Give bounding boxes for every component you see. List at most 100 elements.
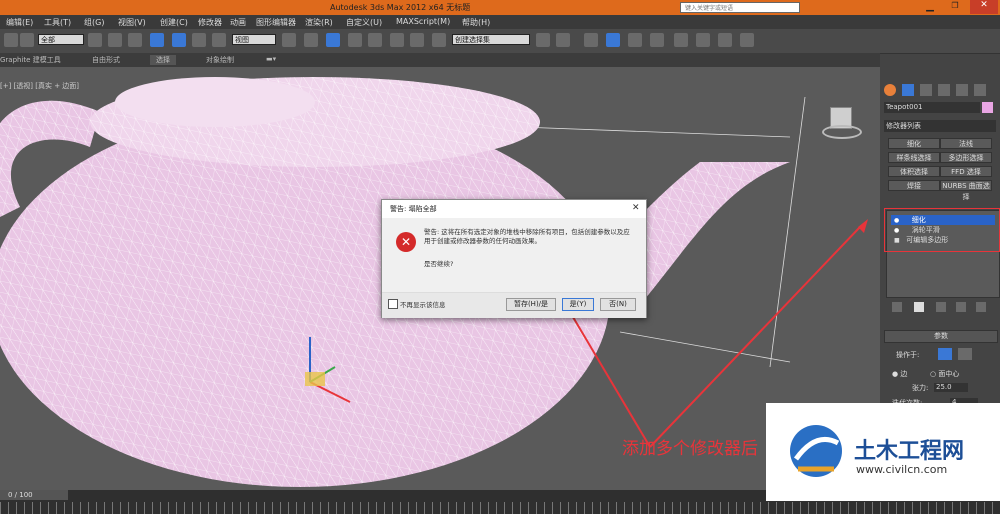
remove-modifier-icon[interactable] xyxy=(956,302,966,312)
ribbon-options-icon[interactable]: ▬▾ xyxy=(266,55,276,63)
modifier-button-nurbs-select[interactable]: NURBS 曲面选择 xyxy=(940,180,992,201)
select-by-name-icon[interactable] xyxy=(108,33,122,47)
percent-snap-icon[interactable] xyxy=(390,33,404,47)
error-icon: ✕ xyxy=(396,232,416,252)
minimize-button[interactable]: ▁ xyxy=(920,1,940,13)
operate-on-polygons-button[interactable] xyxy=(958,348,972,360)
modifier-button-spline-select[interactable]: 样条线选择 xyxy=(888,152,940,163)
menu-modifiers[interactable]: 修改器 xyxy=(198,17,222,28)
select-manipulate-icon[interactable] xyxy=(304,33,318,47)
search-box[interactable]: 键入关键字或短语 xyxy=(680,2,800,13)
hold-yes-button[interactable]: 暂存(H)/是 xyxy=(506,298,556,311)
object-color-swatch[interactable] xyxy=(982,102,993,113)
time-slider[interactable]: 0 / 100 xyxy=(0,490,68,500)
collapse-all-warning-dialog: 警告: 塌陷全部 ✕ ✕ 警告: 这将在所有选定对象的堆栈中移除所有项目，包括创… xyxy=(381,199,647,318)
mirror-icon[interactable] xyxy=(536,33,550,47)
modifier-button-normal[interactable]: 法线 xyxy=(940,138,992,149)
dialog-question: 是否继续? xyxy=(424,260,454,268)
stack-highlight-box xyxy=(884,208,1000,252)
angle-snap-icon[interactable] xyxy=(368,33,382,47)
menu-customize[interactable]: 自定义(U) xyxy=(346,17,382,28)
curve-editor-icon[interactable] xyxy=(628,33,642,47)
modifier-list-dropdown[interactable]: 修改器列表 xyxy=(884,120,996,132)
modifier-button-tessellate[interactable]: 细化 xyxy=(888,138,940,149)
undo-icon[interactable] xyxy=(4,33,18,47)
object-name-field[interactable]: Teapot001 xyxy=(884,102,980,113)
scale-icon[interactable] xyxy=(212,33,226,47)
menu-maxscript[interactable]: MAXScript(M) xyxy=(396,17,450,26)
window-crossing-icon[interactable] xyxy=(150,33,164,47)
modifier-button-vol-select[interactable]: 体积选择 xyxy=(888,166,940,177)
render-setup-icon[interactable] xyxy=(696,33,710,47)
configure-sets-icon[interactable] xyxy=(976,302,986,312)
selection-filter-dropdown[interactable]: 全部 xyxy=(38,34,84,45)
create-tab-icon[interactable] xyxy=(884,84,896,96)
render-teapot-icon[interactable] xyxy=(740,33,754,47)
watermark: 土木工程网 www.civilcn.com xyxy=(766,403,1000,501)
menu-edit[interactable]: 编辑(E) xyxy=(6,17,33,28)
modify-tab-icon[interactable] xyxy=(902,84,914,96)
menu-graph-editors[interactable]: 图形编辑器 xyxy=(256,17,296,28)
reference-coord-dropdown[interactable]: 视图 xyxy=(232,34,276,45)
dialog-message: 警告: 这将在所有选定对象的堆栈中移除所有项目，包括创建参数以及应用于创建或修改… xyxy=(424,228,630,245)
rendered-frame-icon[interactable] xyxy=(718,33,732,47)
tension-spinner[interactable]: 25.0 xyxy=(934,383,968,392)
dont-show-checkbox[interactable] xyxy=(388,299,398,309)
edit-named-sets-icon[interactable] xyxy=(432,33,446,47)
civilcn-logo-icon xyxy=(790,425,842,477)
dialog-close-icon[interactable]: ✕ xyxy=(632,203,640,213)
show-end-result-icon[interactable] xyxy=(914,302,924,312)
tension-label: 张力: xyxy=(912,384,929,392)
ribbon-tab-selection[interactable]: 选择 xyxy=(150,55,176,65)
select-object-icon[interactable] xyxy=(88,33,102,47)
modifier-button-poly-select[interactable]: 多边形选择 xyxy=(940,152,992,163)
rect-selection-icon[interactable] xyxy=(128,33,142,47)
spinner-snap-icon[interactable] xyxy=(410,33,424,47)
motion-tab-icon[interactable] xyxy=(938,84,950,96)
menu-bar: 编辑(E) 工具(T) 组(G) 视图(V) 创建(C) 修改器 动画 图形编辑… xyxy=(0,15,1000,29)
yes-button[interactable]: 是(Y) xyxy=(562,298,594,311)
radio-face-center[interactable]: ○ 面中心 xyxy=(930,369,959,379)
snaps-icon[interactable] xyxy=(348,33,362,47)
ribbon-tab-freeform[interactable]: 自由形式 xyxy=(92,55,120,65)
pin-stack-icon[interactable] xyxy=(892,302,902,312)
menu-help[interactable]: 帮助(H) xyxy=(462,17,490,28)
keyboard-shortcut-icon[interactable] xyxy=(326,33,340,47)
annotation-text: 添加多个修改器后 xyxy=(622,439,758,459)
schematic-view-icon[interactable] xyxy=(650,33,664,47)
operate-on-faces-button[interactable] xyxy=(938,348,952,360)
ribbon-tab-object-paint[interactable]: 对象绘制 xyxy=(206,55,234,65)
pivot-icon[interactable] xyxy=(282,33,296,47)
track-bar[interactable] xyxy=(0,502,1000,514)
layer-manager-icon[interactable] xyxy=(584,33,598,47)
menu-rendering[interactable]: 渲染(R) xyxy=(305,17,333,28)
maximize-button[interactable]: ❐ xyxy=(945,1,965,13)
align-icon[interactable] xyxy=(556,33,570,47)
link-icon[interactable] xyxy=(20,33,34,47)
menu-tools[interactable]: 工具(T) xyxy=(44,17,71,28)
watermark-url: www.civilcn.com xyxy=(856,463,948,476)
menu-views[interactable]: 视图(V) xyxy=(118,17,146,28)
graphite-toggle-icon[interactable] xyxy=(606,33,620,47)
move-icon[interactable] xyxy=(172,33,186,47)
title-bar: Autodesk 3ds Max 2012 x64 无标题 键入关键字或短语 ▁… xyxy=(0,0,1000,15)
close-button[interactable]: ✕ xyxy=(970,0,998,14)
menu-create[interactable]: 创建(C) xyxy=(160,17,188,28)
modifier-button-weld[interactable]: 焊接 xyxy=(888,180,940,191)
no-button[interactable]: 否(N) xyxy=(600,298,636,311)
viewcube[interactable] xyxy=(822,107,862,139)
ribbon-tab-graphite[interactable]: Graphite 建模工具 xyxy=(0,55,61,65)
material-editor-icon[interactable] xyxy=(674,33,688,47)
utilities-tab-icon[interactable] xyxy=(974,84,986,96)
menu-animation[interactable]: 动画 xyxy=(230,17,246,28)
dont-show-label: 不再显示该信息 xyxy=(400,301,446,309)
make-unique-icon[interactable] xyxy=(936,302,946,312)
menu-group[interactable]: 组(G) xyxy=(84,17,104,28)
rotate-icon[interactable] xyxy=(192,33,206,47)
parameters-rollout-header[interactable]: 参数 xyxy=(884,330,998,343)
hierarchy-tab-icon[interactable] xyxy=(920,84,932,96)
display-tab-icon[interactable] xyxy=(956,84,968,96)
modifier-button-ffd-select[interactable]: FFD 选择 xyxy=(940,166,992,177)
radio-edge[interactable]: ● 边 xyxy=(892,369,907,379)
named-selection-dropdown[interactable]: 创建选择集 xyxy=(452,34,530,45)
